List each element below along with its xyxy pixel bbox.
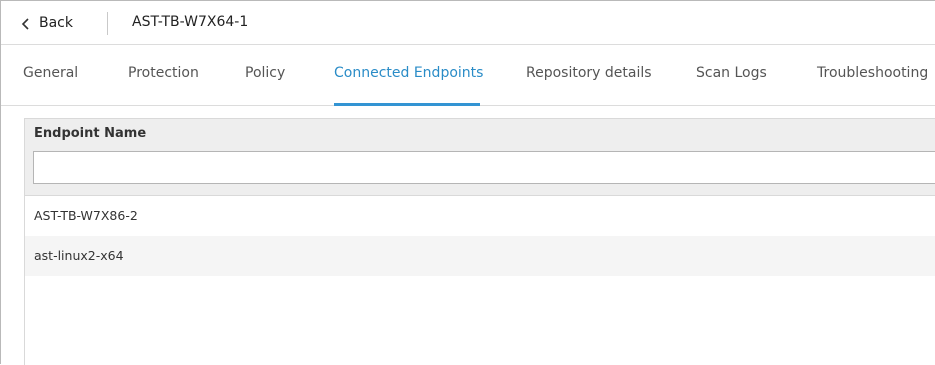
tab-policy[interactable]: Policy [245, 65, 285, 81]
page-title: AST-TB-W7X64-1 [132, 14, 249, 30]
back-label: Back [39, 15, 73, 31]
tab-troubleshooting[interactable]: Troubleshooting [817, 65, 928, 81]
tab-bar: General Protection Policy Connected Endp… [1, 44, 935, 106]
back-button[interactable]: Back [19, 12, 73, 34]
tab-general[interactable]: General [23, 65, 78, 81]
table-row[interactable]: AST-TB-W7X86-2 [25, 196, 935, 236]
tab-protection[interactable]: Protection [128, 65, 199, 81]
top-bar: Back AST-TB-W7X64-1 [1, 1, 935, 44]
table-row[interactable]: ast-linux2-x64 [25, 236, 935, 276]
tab-connected-endpoints[interactable]: Connected Endpoints [334, 65, 483, 81]
column-title[interactable]: Endpoint Name [34, 126, 146, 141]
endpoint-name-cell: AST-TB-W7X86-2 [34, 208, 138, 223]
endpoints-table: Endpoint Name AST-TB-W7X86-2 ast-linux2-… [24, 118, 935, 365]
endpoint-name-filter-input[interactable] [33, 151, 935, 184]
active-tab-indicator [334, 103, 480, 106]
chevron-left-icon [19, 16, 33, 30]
tab-scan-logs[interactable]: Scan Logs [696, 65, 767, 81]
column-header-endpoint-name: Endpoint Name [25, 118, 935, 196]
tab-repository-details[interactable]: Repository details [526, 65, 652, 81]
title-divider [107, 12, 108, 35]
endpoint-name-cell: ast-linux2-x64 [34, 248, 124, 263]
device-details-window: Back AST-TB-W7X64-1 General Protection P… [0, 0, 935, 365]
